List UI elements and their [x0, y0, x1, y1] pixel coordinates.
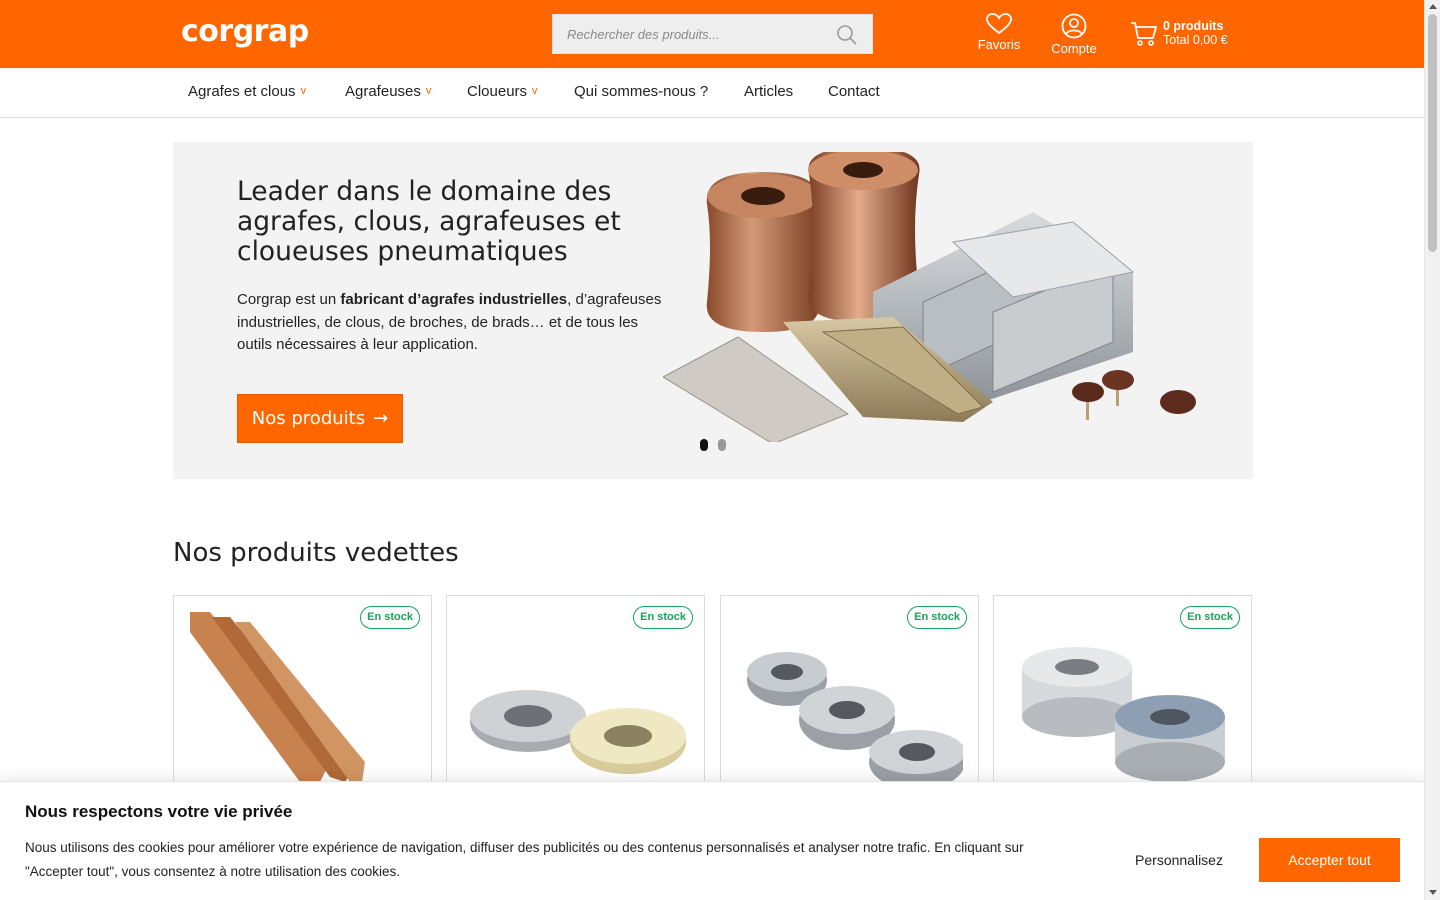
account-label: Compte	[1051, 41, 1097, 56]
cookie-title: Nous respectons votre vie privée	[25, 802, 293, 821]
nav-item-agrafeuses[interactable]: Agrafeuses v	[345, 83, 431, 100]
chevron-down-icon: v	[532, 85, 538, 97]
slider-dot-2[interactable]	[718, 439, 726, 451]
nav-item-label: Cloueurs	[467, 83, 528, 100]
accept-all-cookies-button[interactable]: Accepter tout	[1259, 838, 1400, 882]
hero-text: Corgrap est un fabricant d’agrafes indus…	[237, 289, 667, 357]
our-products-label: Nos produits	[251, 408, 366, 429]
cart-total: Total 0,00 €	[1163, 33, 1228, 47]
nav-item-cloueurs[interactable]: Cloueurs v	[467, 83, 538, 100]
chevron-down-icon: v	[300, 85, 307, 97]
product-image	[747, 652, 963, 782]
heart-icon	[986, 13, 1012, 35]
product-image	[1022, 647, 1225, 782]
user-icon	[1061, 13, 1087, 39]
site-header: corgrap Favoris Compte 0 produits Total …	[0, 0, 1424, 68]
slider-dot-1[interactable]	[700, 439, 708, 451]
favorites-label: Favoris	[977, 37, 1021, 52]
nav-item-label: Agrafes et clous	[188, 83, 296, 100]
hero-text-intro: Corgrap est un	[237, 291, 341, 308]
cart-icon	[1131, 22, 1157, 46]
site-logo[interactable]: corgrap	[181, 14, 309, 49]
cart-count: 0 produits	[1163, 19, 1224, 33]
hero-product-image	[663, 152, 1196, 442]
nav-item-contact[interactable]: Contact	[828, 83, 880, 100]
nav-item-articles[interactable]: Articles	[744, 83, 793, 100]
search-input[interactable]	[553, 15, 833, 53]
product-card[interactable]: En stock	[446, 595, 705, 795]
product-card[interactable]: En stock	[720, 595, 979, 795]
our-products-button[interactable]: Nos produits →	[237, 394, 403, 443]
cookie-banner: Nous respectons votre vie privée Nous ut…	[0, 781, 1424, 900]
arrow-right-icon: →	[373, 408, 389, 429]
customize-cookies-button[interactable]: Personnalisez	[1110, 838, 1248, 882]
favorites-link[interactable]: Favoris	[975, 13, 1023, 52]
scrollbar-thumb[interactable]	[1428, 14, 1437, 252]
hero-slider: Leader dans le domaine des agrafes, clou…	[173, 142, 1253, 479]
scroll-up-icon[interactable]	[1429, 4, 1437, 9]
product-card[interactable]: En stock	[173, 595, 432, 795]
nav-item-agrafes-clous[interactable]: Agrafes et clous v	[188, 83, 306, 100]
chevron-down-icon: v	[425, 85, 432, 97]
nav-item-label: Agrafeuses	[345, 83, 421, 100]
featured-products-title: Nos produits vedettes	[173, 538, 459, 568]
hero-title: Leader dans le domaine des agrafes, clou…	[237, 176, 621, 267]
nav-item-qui-sommes-nous[interactable]: Qui sommes-nous ?	[574, 83, 708, 100]
product-image	[190, 612, 365, 782]
product-image	[470, 690, 686, 774]
search-bar	[552, 14, 873, 54]
hero-text-bold: fabricant d’agrafes industrielles	[340, 291, 568, 308]
account-link[interactable]: Compte	[1046, 13, 1102, 56]
search-icon[interactable]	[836, 24, 858, 46]
product-card[interactable]: En stock	[993, 595, 1252, 795]
scroll-down-icon[interactable]	[1429, 890, 1437, 895]
page-scrollbar[interactable]	[1424, 0, 1440, 900]
main-nav: Agrafes et clous v Agrafeuses v Cloueurs v …	[0, 68, 1424, 118]
cookie-text: Nous utilisons des cookies pour améliore…	[25, 840, 1024, 879]
